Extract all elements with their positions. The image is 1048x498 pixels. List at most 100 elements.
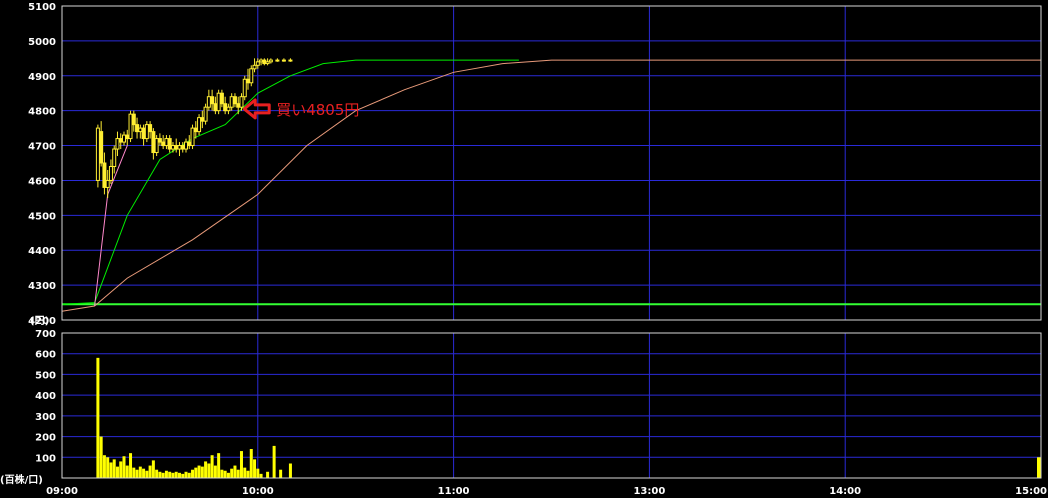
volume-tick-label: 700 xyxy=(35,329,56,340)
candle-body xyxy=(174,145,179,150)
volume-bar xyxy=(148,465,152,478)
volume-bar xyxy=(184,471,188,478)
volume-bar xyxy=(230,468,234,478)
price-tick-label: 4700 xyxy=(28,142,56,153)
candle-body xyxy=(197,117,202,133)
volume-bar xyxy=(138,466,142,478)
candle-body xyxy=(275,59,280,62)
candle-body xyxy=(144,124,149,140)
candle-body xyxy=(99,131,104,164)
volume-bar xyxy=(102,455,106,478)
volume-bar xyxy=(226,472,230,478)
price-tick-label: 4400 xyxy=(28,246,56,257)
volume-bar xyxy=(151,460,155,478)
candle-body xyxy=(281,59,286,62)
volume-bar xyxy=(119,461,123,478)
volume-bar xyxy=(125,465,129,478)
volume-bar xyxy=(194,467,198,478)
candle-body xyxy=(167,138,172,150)
volume-tick-label: 500 xyxy=(35,370,56,381)
time-tick-label: 10:00 xyxy=(242,486,274,497)
volume-bar xyxy=(177,472,181,478)
volume-bar xyxy=(200,466,204,478)
price-candles xyxy=(95,58,293,198)
time-tick-label: 15:00 xyxy=(1015,486,1047,497)
candle-body xyxy=(226,106,231,112)
candle-body xyxy=(131,113,136,126)
volume-bar xyxy=(171,472,175,478)
candle-body xyxy=(138,127,143,133)
candle-body xyxy=(190,127,195,147)
candle-body xyxy=(135,124,140,133)
candle-body xyxy=(157,138,162,143)
volume-bar xyxy=(191,469,195,478)
volume-bar xyxy=(168,471,172,478)
volume-bar xyxy=(259,473,263,478)
candle-body xyxy=(236,103,241,108)
volume-bar xyxy=(132,467,136,478)
time-tick-label: 09:00 xyxy=(46,486,78,497)
volume-bar xyxy=(174,471,178,478)
volume-bar xyxy=(207,463,211,478)
candle-body xyxy=(180,145,185,150)
time-tick-label: 14:00 xyxy=(829,486,861,497)
volume-bar xyxy=(197,465,201,478)
volume-bar xyxy=(213,465,217,478)
price-panel-frame xyxy=(61,5,1042,321)
volume-tick-label: 100 xyxy=(35,453,56,464)
price-tick-label: 4800 xyxy=(28,107,56,118)
volume-panel-frame xyxy=(61,332,1042,479)
volume-bar xyxy=(161,472,165,478)
candle-body xyxy=(262,59,267,65)
volume-unit-label: (百株/口) xyxy=(0,473,43,486)
candle-body xyxy=(288,59,293,62)
candle-body xyxy=(105,179,110,188)
volume-bar xyxy=(210,455,214,478)
volume-bar xyxy=(236,469,240,478)
volume-bar xyxy=(243,467,247,478)
candle-body xyxy=(177,145,182,150)
volume-bar xyxy=(187,472,191,478)
volume-bar xyxy=(129,453,133,478)
volume-bar xyxy=(99,436,103,478)
volume-bar xyxy=(155,469,159,478)
candle-body xyxy=(249,68,254,84)
candle-body xyxy=(203,106,208,122)
buy-annotation: 買い4805円 xyxy=(242,98,359,120)
volume-bar xyxy=(239,451,243,478)
volume-bar xyxy=(204,461,208,478)
volume-bar xyxy=(145,470,149,478)
candle-body xyxy=(112,148,117,167)
time-tick-label: 11:00 xyxy=(438,486,470,497)
candle-body xyxy=(216,92,221,112)
price-tick-label: 5100 xyxy=(28,2,56,13)
volume-bar xyxy=(220,469,224,478)
annotation-label: 買い4805円 xyxy=(276,101,359,119)
candle-body xyxy=(118,138,123,143)
volume-bar xyxy=(272,445,276,478)
volume-bar xyxy=(246,470,250,478)
candle-body xyxy=(210,96,215,105)
candle-body xyxy=(164,138,169,147)
candle-body xyxy=(200,117,205,122)
candle-body xyxy=(170,145,175,150)
time-tick-label: 13:00 xyxy=(633,486,665,497)
candle-body xyxy=(232,96,237,105)
candle-body xyxy=(128,113,133,140)
volume-bar xyxy=(249,449,253,478)
candle-body xyxy=(108,165,113,181)
volume-bar xyxy=(142,468,146,478)
volume-bar xyxy=(158,471,162,478)
volume-bar xyxy=(279,469,283,478)
grid-lines xyxy=(61,5,1042,478)
price-tick-label: 4600 xyxy=(28,176,56,187)
volume-bar xyxy=(256,468,260,478)
price-tick-label: 4300 xyxy=(28,281,56,292)
candle-body xyxy=(141,127,146,140)
chart-frame xyxy=(61,5,1042,479)
candle-body xyxy=(268,59,273,63)
candle-body xyxy=(193,127,198,133)
price-tick-label: 5000 xyxy=(28,37,56,48)
candle-body xyxy=(213,103,218,112)
candle-body xyxy=(115,138,120,150)
